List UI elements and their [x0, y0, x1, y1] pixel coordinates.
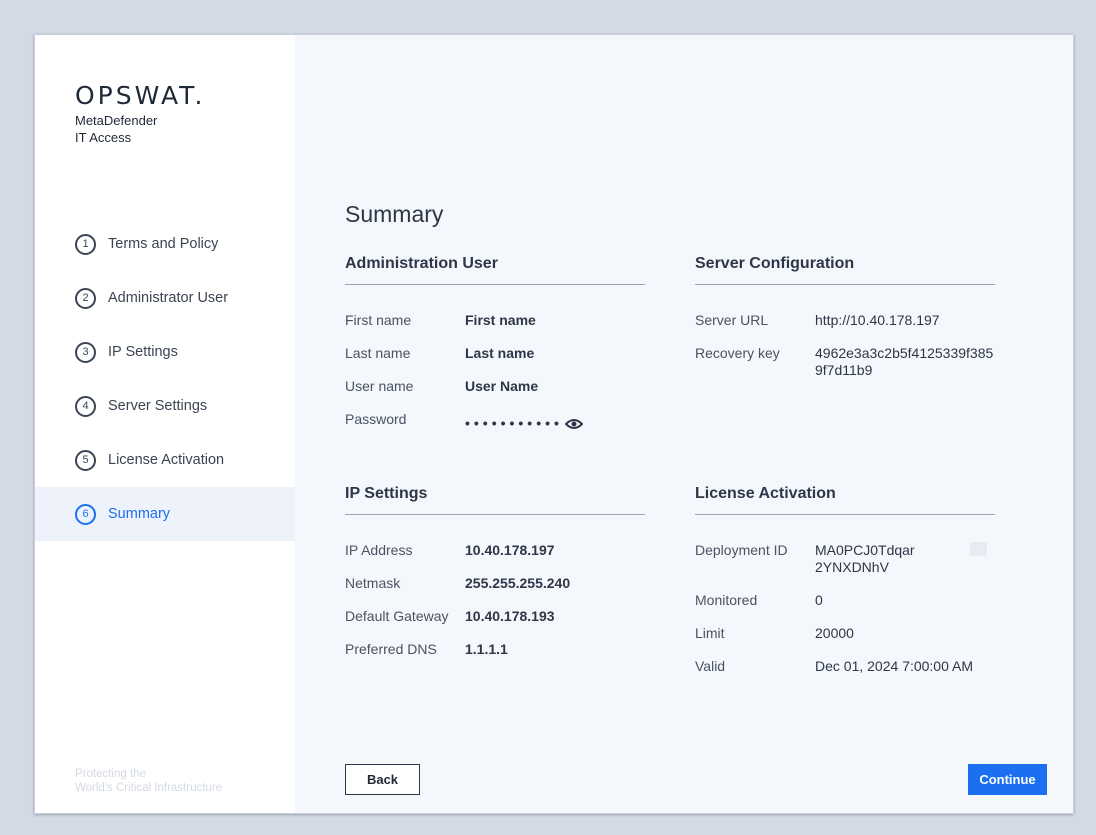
- server-config-section: Server Configuration Server URL http://1…: [695, 255, 995, 395]
- back-button[interactable]: Back: [345, 764, 420, 795]
- step-terms-and-policy[interactable]: 1 Terms and Policy: [35, 217, 295, 271]
- dns-row: Preferred DNS 1.1.1.1: [345, 641, 645, 658]
- continue-button[interactable]: Continue: [968, 764, 1047, 795]
- step-label: Terms and Policy: [108, 236, 219, 252]
- field-label: User name: [345, 378, 414, 394]
- product-line-2: IT Access: [75, 130, 132, 145]
- field-label: Valid: [695, 658, 726, 674]
- eye-icon[interactable]: [564, 418, 583, 430]
- section-heading: Server Configuration: [695, 255, 995, 285]
- tagline-line-1: Protecting the: [75, 768, 146, 780]
- opswat-logo: OPSWAT.: [75, 81, 206, 110]
- field-label: Password: [345, 411, 407, 427]
- field-label: Recovery key: [695, 345, 780, 361]
- recovery-key-row: Recovery key 4962e3a3c2b5f4125339f3859f7…: [695, 345, 995, 379]
- step-administrator-user[interactable]: 2 Administrator User: [35, 271, 295, 325]
- step-list: 1 Terms and Policy 2 Administrator User …: [35, 217, 295, 541]
- user-name-value: User Name: [465, 378, 539, 394]
- section-heading: Administration User: [345, 255, 645, 285]
- ip-address-value: 10.40.178.197: [465, 542, 555, 558]
- valid-row: Valid Dec 01, 2024 7:00:00 AM: [695, 658, 995, 675]
- field-label: IP Address: [345, 542, 413, 558]
- password-row: Password •••••••••••: [345, 411, 645, 432]
- step-number-badge: 6: [75, 503, 96, 525]
- limit-row: Limit 20000: [695, 625, 995, 642]
- password-mask: •••••••••••: [465, 415, 563, 431]
- tagline: Protecting the World's Critical Infrastr…: [75, 767, 222, 795]
- field-label: Default Gateway: [345, 608, 449, 624]
- main-content: Summary Administration User First name F…: [295, 35, 1073, 813]
- step-server-settings[interactable]: 4 Server Settings: [35, 379, 295, 433]
- tagline-line-2: World's Critical Infrastructure: [75, 782, 223, 794]
- step-number-badge: 5: [75, 449, 96, 471]
- gateway-value: 10.40.178.193: [465, 608, 555, 624]
- server-url-row: Server URL http://10.40.178.197: [695, 312, 995, 329]
- license-section: License Activation Deployment ID MA0PCJ0…: [695, 485, 995, 691]
- field-label: Last name: [345, 345, 411, 361]
- product-name: MetaDefender IT Access: [75, 112, 157, 146]
- valid-value: Dec 01, 2024 7:00:00 AM: [815, 658, 973, 674]
- section-heading: IP Settings: [345, 485, 645, 515]
- monitored-row: Monitored 0: [695, 592, 995, 609]
- first-name-row: First name First name: [345, 312, 645, 329]
- step-number-badge: 3: [75, 341, 96, 363]
- page-title: Summary: [345, 201, 444, 227]
- monitored-value: 0: [815, 592, 823, 608]
- field-label: Monitored: [695, 592, 758, 608]
- recovery-key-value: 4962e3a3c2b5f4125339f3859f7d11b9: [815, 345, 994, 378]
- ip-address-row: IP Address 10.40.178.197: [345, 542, 645, 559]
- step-number-badge: 1: [75, 233, 96, 255]
- dns-value: 1.1.1.1: [465, 641, 508, 657]
- step-label: Server Settings: [108, 398, 208, 414]
- step-label: IP Settings: [108, 344, 178, 360]
- last-name-value: Last name: [465, 345, 535, 361]
- field-label: First name: [345, 312, 412, 328]
- gateway-row: Default Gateway 10.40.178.193: [345, 608, 645, 625]
- step-summary[interactable]: 6 Summary: [35, 487, 295, 541]
- deployment-id-line-1: MA0PCJ0Tdqar: [815, 542, 915, 558]
- product-line-1: MetaDefender: [75, 113, 158, 128]
- field-label: Deployment ID: [695, 542, 788, 558]
- netmask-row: Netmask 255.255.255.240: [345, 575, 645, 592]
- deployment-id-row: Deployment ID MA0PCJ0Tdqar 2YNXDNhV: [695, 542, 995, 576]
- ip-settings-section: IP Settings IP Address 10.40.178.197 Net…: [345, 485, 645, 674]
- admin-user-section: Administration User First name First nam…: [345, 255, 645, 448]
- server-url-value: http://10.40.178.197: [815, 312, 940, 328]
- copy-icon[interactable]: [970, 542, 987, 556]
- step-number-badge: 2: [75, 287, 96, 309]
- field-label: Netmask: [345, 575, 401, 591]
- step-ip-settings[interactable]: 3 IP Settings: [35, 325, 295, 379]
- step-license-activation[interactable]: 5 License Activation: [35, 433, 295, 487]
- setup-window: OPSWAT. MetaDefender IT Access 1 Terms a…: [34, 34, 1074, 814]
- section-heading: License Activation: [695, 485, 995, 515]
- sidebar: OPSWAT. MetaDefender IT Access 1 Terms a…: [35, 35, 295, 813]
- limit-value: 20000: [815, 625, 854, 641]
- step-number-badge: 4: [75, 395, 96, 417]
- netmask-value: 255.255.255.240: [465, 575, 571, 591]
- deployment-id-value: MA0PCJ0Tdqar 2YNXDNhV: [815, 542, 995, 576]
- user-name-row: User name User Name: [345, 378, 645, 395]
- deployment-id-line-2: 2YNXDNhV: [815, 559, 889, 575]
- last-name-row: Last name Last name: [345, 345, 645, 362]
- field-label: Preferred DNS: [345, 641, 437, 657]
- step-label: License Activation: [108, 452, 225, 468]
- field-label: Server URL: [695, 312, 769, 328]
- step-label: Administrator User: [108, 290, 229, 306]
- first-name-value: First name: [465, 312, 536, 328]
- step-label: Summary: [108, 506, 171, 522]
- field-label: Limit: [695, 625, 725, 641]
